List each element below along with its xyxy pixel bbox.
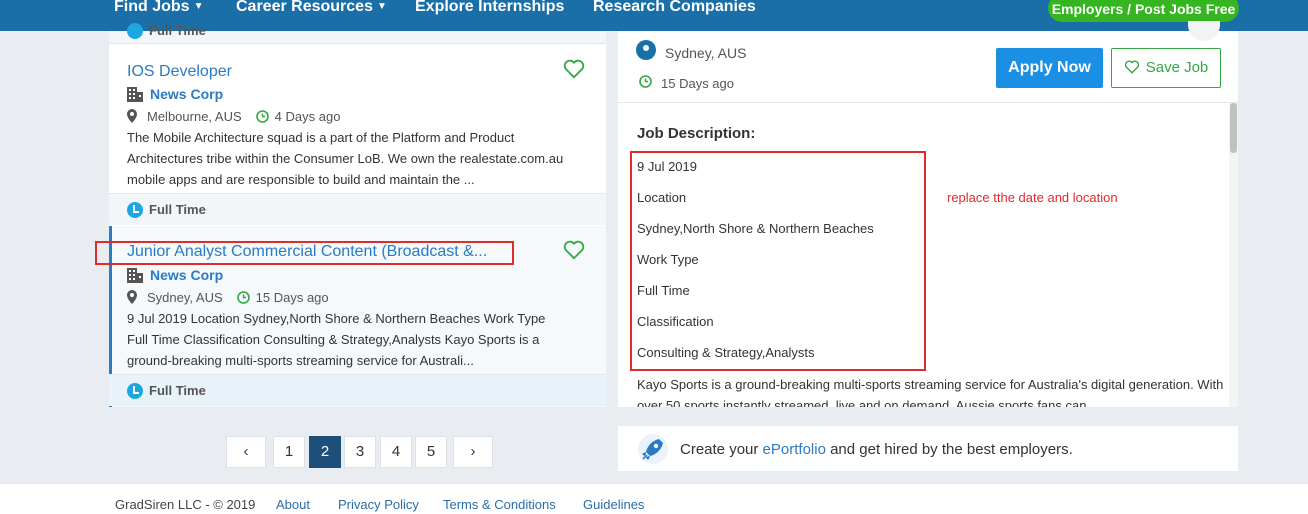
- heart-icon[interactable]: [563, 240, 585, 260]
- eportfolio-banner: Create your ePortfolio and get hired by …: [618, 426, 1238, 471]
- pagination-page-3[interactable]: 3: [344, 436, 376, 468]
- job-meta: Melbourne, AUS 4 Days ago: [127, 109, 340, 124]
- eportfolio-link[interactable]: ePortfolio: [763, 441, 826, 458]
- eportfolio-text: Create your ePortfolio and get hired by …: [680, 441, 1073, 458]
- nav-explore-internships[interactable]: Explore Internships: [415, 0, 564, 16]
- jd-paragraph: Kayo Sports is a ground-breaking multi-s…: [637, 377, 1224, 407]
- footer-link-guidelines[interactable]: Guidelines: [583, 497, 644, 512]
- job-card[interactable]: IOS Developer News Corp Melbourne, AUS 4 …: [109, 45, 606, 226]
- employers-post-jobs-button[interactable]: Employers / Post Jobs Free: [1048, 0, 1239, 22]
- job-type-label: Full Time: [149, 383, 206, 398]
- location-pin-icon: [127, 290, 137, 304]
- job-meta: Sydney, AUS 15 Days ago: [127, 290, 329, 305]
- save-job-button[interactable]: Save Job: [1111, 48, 1221, 88]
- footer-link-terms[interactable]: Terms & Conditions: [443, 497, 556, 512]
- pagination: ‹ 1 2 3 4 5 ›: [226, 436, 496, 468]
- job-description-snippet: The Mobile Architecture squad is a part …: [127, 130, 564, 187]
- job-type-label: Full Time: [149, 202, 206, 217]
- clock-icon: [639, 75, 652, 88]
- clock-icon: [127, 202, 143, 218]
- job-type-label: Full Time: [149, 23, 206, 38]
- nav-find-jobs[interactable]: Find Jobs ▼: [114, 0, 203, 16]
- annotation-highlight-description: [630, 151, 926, 371]
- heart-icon[interactable]: [563, 59, 585, 79]
- scrollbar-thumb[interactable]: [1230, 103, 1237, 153]
- pagination-page-5[interactable]: 5: [415, 436, 447, 468]
- job-list: Full Time IOS Developer News Corp Melbou…: [109, 23, 606, 407]
- previous-card-stub: Full Time: [109, 23, 606, 44]
- pagination-page-1[interactable]: 1: [273, 436, 305, 468]
- location-pin-icon: [636, 40, 656, 60]
- pagination-page-4[interactable]: 4: [380, 436, 412, 468]
- clock-icon: [236, 291, 250, 304]
- detail-posted-age: 15 Days ago: [661, 76, 734, 91]
- job-type-bar: Full Time: [109, 193, 606, 225]
- building-icon: [127, 268, 143, 283]
- company-link[interactable]: News Corp: [127, 267, 223, 283]
- nav-career-resources[interactable]: Career Resources ▼: [236, 0, 387, 16]
- pagination-next-button[interactable]: ›: [453, 436, 493, 468]
- building-icon: [127, 87, 143, 102]
- clock-icon: [255, 110, 269, 123]
- job-title-link[interactable]: IOS Developer: [127, 63, 232, 81]
- company-link[interactable]: News Corp: [127, 86, 223, 102]
- footer-copyright: GradSiren LLC - © 2019: [115, 497, 256, 512]
- footer-link-about[interactable]: About: [276, 497, 310, 512]
- detail-location: Sydney, AUS: [665, 45, 747, 61]
- pagination-page-2[interactable]: 2: [309, 436, 341, 468]
- heart-icon: [1124, 60, 1139, 74]
- clock-icon: [127, 23, 143, 39]
- apply-now-button[interactable]: Apply Now: [996, 48, 1103, 88]
- job-type-bar: Full Time: [109, 374, 606, 406]
- pagination-prev-button[interactable]: ‹: [226, 436, 266, 468]
- location-pin-icon: [127, 109, 137, 123]
- job-description-snippet: 9 Jul 2019 Location Sydney,North Shore &…: [127, 311, 546, 368]
- footer: GradSiren LLC - © 2019 About Privacy Pol…: [0, 483, 1308, 514]
- footer-link-privacy[interactable]: Privacy Policy: [338, 497, 419, 512]
- chevron-down-icon: ▼: [193, 1, 204, 12]
- nav-research-companies[interactable]: Research Companies: [593, 0, 756, 16]
- chevron-down-icon: ▼: [376, 1, 387, 12]
- annotation-note: replace tthe date and location: [947, 190, 1118, 205]
- rocket-icon: [638, 434, 668, 464]
- close-icon[interactable]: [1188, 21, 1220, 41]
- clock-icon: [127, 383, 143, 399]
- job-description-heading: Job Description:: [637, 125, 756, 142]
- job-detail-header: Sydney, AUS 15 Days ago Apply Now Save J…: [618, 21, 1238, 102]
- annotation-highlight-title: [95, 241, 514, 265]
